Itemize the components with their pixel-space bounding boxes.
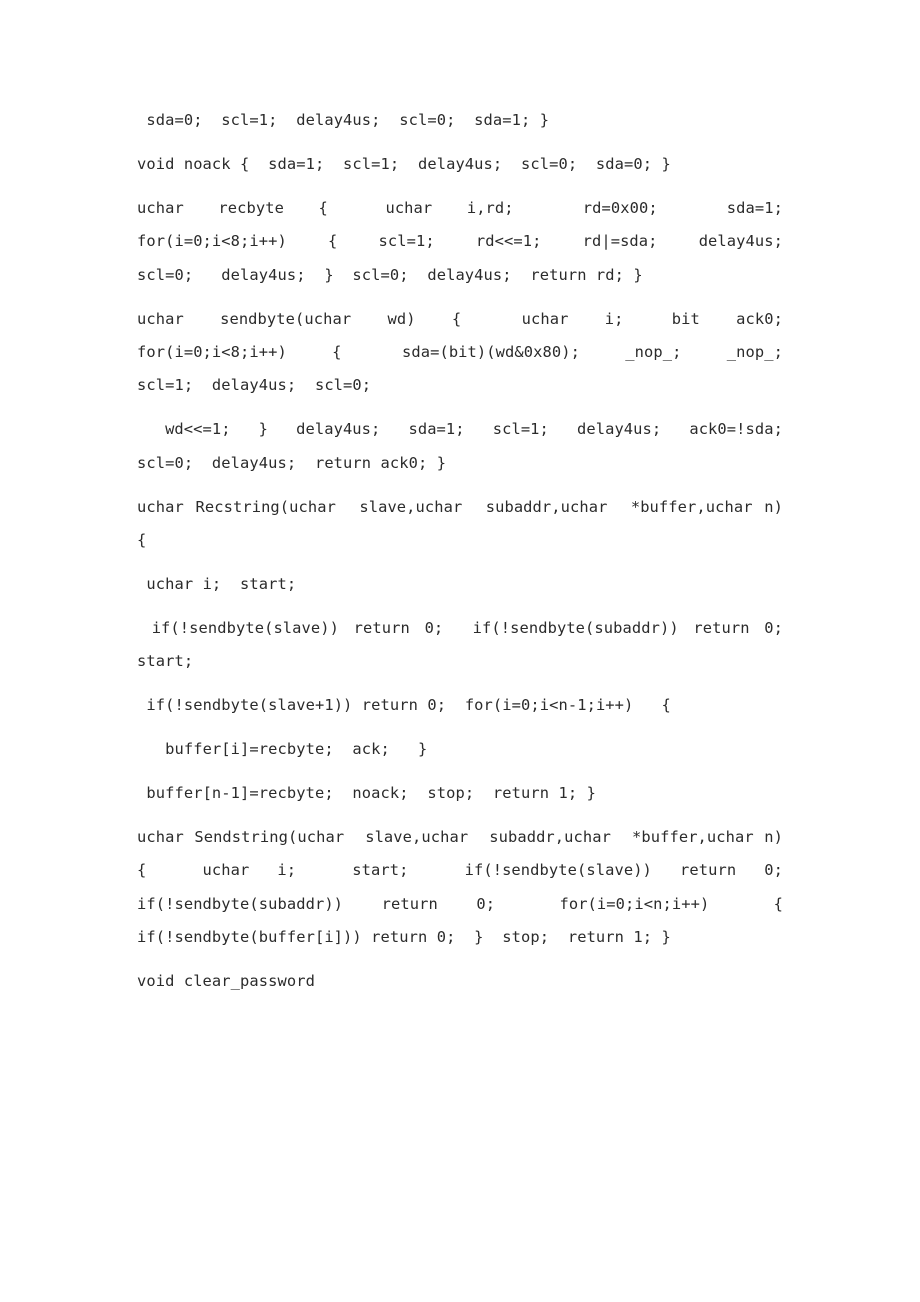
document-text-body: sda=0; scl=1; delay4us; scl=0; sda=1; } … <box>137 104 783 998</box>
code-paragraph: if(!sendbyte(slave+1)) return 0; for(i=0… <box>137 696 671 715</box>
code-paragraph: wd<<=1; } delay4us; sda=1; scl=1; delay4… <box>137 420 802 472</box>
code-paragraph: uchar recbyte { uchar i,rd; rd=0x00; sda… <box>137 198 802 284</box>
code-paragraph: sda=0; scl=1; delay4us; scl=0; sda=1; } <box>137 111 550 129</box>
code-paragraph: buffer[n-1]=recbyte; noack; stop; return… <box>137 783 596 802</box>
code-paragraph: uchar sendbyte(uchar wd) { uchar i; bit … <box>137 309 802 395</box>
code-paragraph: uchar Recstring(uchar slave,uchar subadd… <box>137 497 793 549</box>
code-paragraph: void clear_password <box>137 971 315 990</box>
code-paragraph: uchar Sendstring(uchar slave,uchar subad… <box>137 827 802 947</box>
code-paragraph: void noack { sda=1; scl=1; delay4us; scl… <box>137 154 671 173</box>
document-page: sda=0; scl=1; delay4us; scl=0; sda=1; } … <box>0 0 920 1302</box>
code-paragraph: buffer[i]=recbyte; ack; } <box>137 740 428 758</box>
code-paragraph: if(!sendbyte(slave)) return 0; if(!sendb… <box>137 618 802 671</box>
code-paragraph: uchar i; start; <box>137 574 297 593</box>
